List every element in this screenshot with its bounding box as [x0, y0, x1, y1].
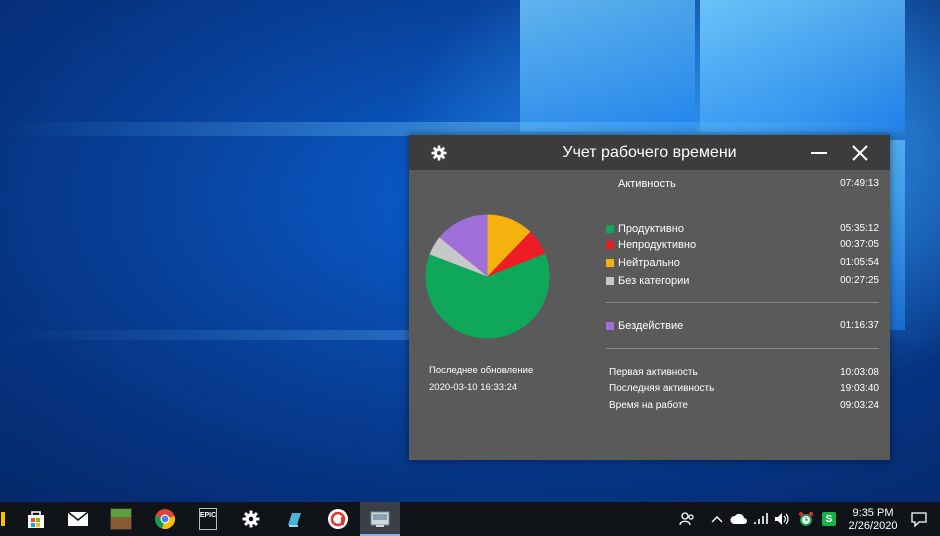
title-bar: Учет рабочего времени: [409, 135, 890, 170]
taskbar-minecraft[interactable]: [101, 502, 141, 536]
legend-value-productive: 05:35:12: [840, 223, 879, 234]
close-button[interactable]: [842, 135, 878, 170]
app-tray-icon: S: [822, 512, 836, 526]
taskbar-app[interactable]: [318, 502, 358, 536]
app-icon: [328, 509, 348, 529]
taskbar-notepad[interactable]: [274, 502, 314, 536]
legend-swatch-neutral: [606, 259, 614, 267]
action-center-button[interactable]: [906, 502, 932, 536]
wifi-icon: [754, 513, 768, 524]
mail-icon: [67, 511, 89, 526]
settings-icon: [242, 510, 260, 528]
legend-swatch-productive: [606, 225, 614, 233]
store-icon: [28, 511, 44, 528]
first-activity-label: Первая активность: [609, 367, 698, 378]
legend-swatch-unproductive: [606, 241, 614, 249]
taskbar-settings[interactable]: [231, 502, 271, 536]
alarm-clock-icon: [799, 512, 813, 526]
tray-overflow[interactable]: [708, 502, 726, 536]
time-tracker-window: Учет рабочего времени Последнее обновлен…: [409, 135, 890, 460]
taskbar-epic-games[interactable]: EPIC: [188, 502, 228, 536]
tray-network[interactable]: [751, 502, 771, 536]
tray-app[interactable]: S: [818, 502, 840, 536]
legend-swatch-idle: [606, 322, 614, 330]
legend-value-unproductive: 00:37:05: [840, 239, 879, 250]
pie-chart-svg: [425, 214, 550, 339]
start-button[interactable]: [0, 502, 8, 536]
legend-label-unproductive: Непродуктивно: [618, 239, 697, 251]
time-tracker-icon: [370, 511, 390, 527]
tray-alarm[interactable]: [795, 502, 817, 536]
tray-people[interactable]: [676, 502, 698, 536]
taskbar-store[interactable]: [16, 502, 56, 536]
divider: [606, 348, 879, 349]
work-time-value: 09:03:24: [840, 400, 879, 411]
people-icon: [679, 512, 694, 526]
clock-time: 9:35 PM: [852, 507, 894, 519]
last-update-value: 2020-03-10 16:33:24: [429, 382, 518, 393]
legend-swatch-uncategorized: [606, 277, 614, 285]
first-activity-value: 10:03:08: [840, 367, 879, 378]
legend-value-uncategorized: 00:27:25: [840, 275, 879, 286]
last-activity-label: Последняя активность: [609, 383, 715, 394]
epic-games-icon: EPIC: [199, 508, 217, 530]
minimize-icon: [811, 151, 827, 154]
legend-value-neutral: 01:05:54: [840, 257, 879, 268]
divider: [606, 302, 879, 303]
tray-onedrive[interactable]: [728, 502, 750, 536]
wallpaper-pane: [700, 0, 905, 132]
wallpaper-light-beam: [0, 122, 940, 136]
notification-icon: [911, 511, 927, 527]
chrome-icon: [155, 509, 175, 529]
last-update-label: Последнее обновление: [429, 365, 534, 376]
folder-icon: [1, 512, 5, 526]
pie-chart: [421, 210, 554, 343]
taskbar-chrome[interactable]: [145, 502, 185, 536]
legend-label-neutral: Нейтрально: [618, 257, 680, 269]
legend-label-productive: Продуктивно: [618, 223, 684, 235]
activity-value: 07:49:13: [840, 178, 879, 189]
work-time-label: Время на работе: [609, 400, 688, 411]
minecraft-icon: [110, 508, 132, 530]
volume-icon: [775, 513, 789, 525]
taskbar: EPIC S 9:35 PM 2/26/2020: [0, 502, 940, 536]
close-icon: [852, 144, 868, 161]
cloud-icon: [730, 513, 747, 524]
taskbar-time-tracker[interactable]: [360, 502, 400, 536]
last-activity-value: 19:03:40: [840, 383, 879, 394]
minimize-button[interactable]: [801, 135, 837, 170]
taskbar-mail[interactable]: [58, 502, 98, 536]
legend-label-uncategorized: Без категории: [618, 275, 690, 287]
legend-value-idle: 01:16:37: [840, 320, 879, 331]
chevron-up-icon: [711, 516, 723, 523]
activity-label: Активность: [618, 178, 676, 190]
wallpaper-pane: [520, 0, 695, 132]
taskbar-clock[interactable]: 9:35 PM 2/26/2020: [838, 507, 908, 533]
tray-volume[interactable]: [772, 502, 792, 536]
notepad-icon: [288, 513, 301, 527]
clock-date: 2/26/2020: [848, 520, 898, 532]
legend-label-idle: Бездействие: [618, 320, 684, 332]
